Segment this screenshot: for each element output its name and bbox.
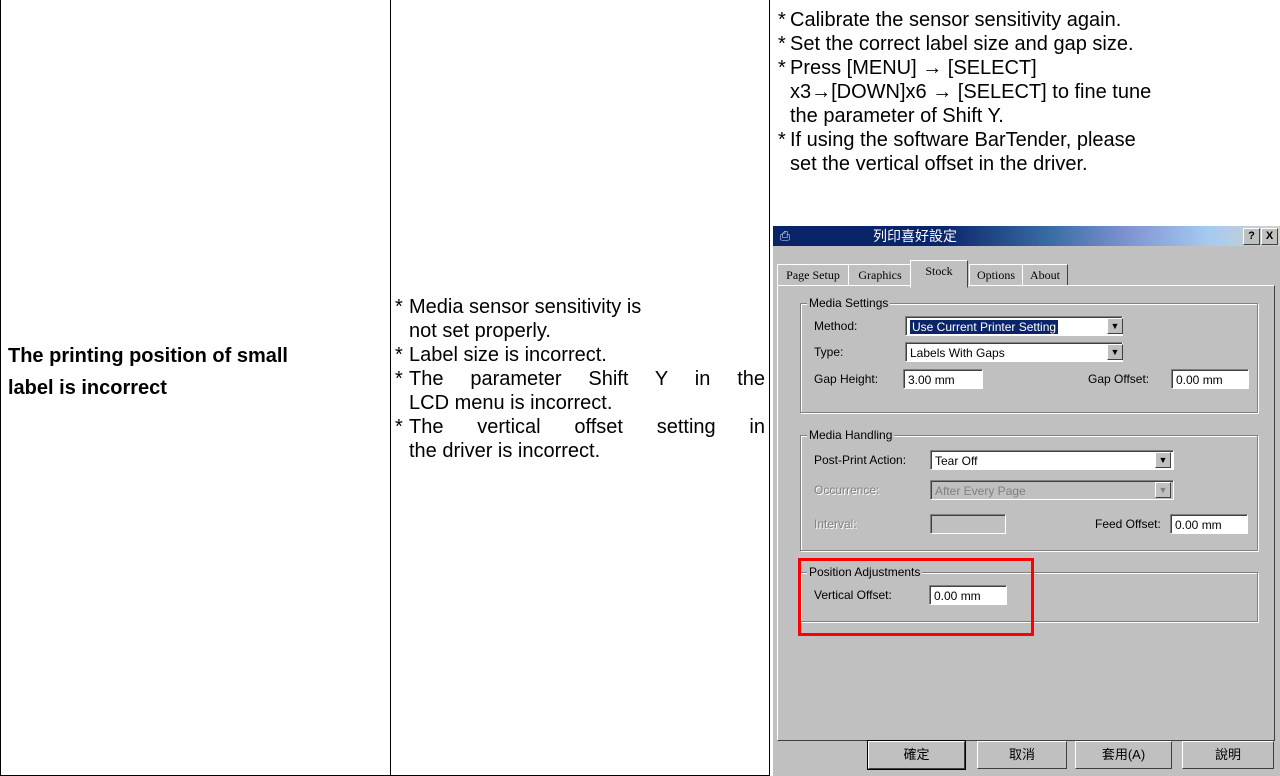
table-border-left [0, 0, 1, 776]
interval-field [930, 514, 1006, 534]
gap-height-value: 3.00 mm [908, 373, 955, 387]
occurrence-label: Occurrence: [814, 483, 880, 497]
dialog-title: 列印喜好設定 [873, 228, 957, 244]
help-icon[interactable]: ? [1243, 228, 1260, 245]
problem-text-line-2: label is incorrect [8, 377, 167, 399]
gap-height-field[interactable]: 3.00 mm [903, 369, 983, 389]
solution-line: Calibrate the sensor sensitivity again. [790, 9, 1122, 31]
feed-offset-label: Feed Offset: [1095, 517, 1161, 531]
reasons-cell: Media sensor sensitivity is not set prop… [395, 295, 765, 463]
post-print-action-value: Tear Off [935, 454, 978, 468]
group-title: Media Handling [807, 427, 895, 443]
cancel-button[interactable]: 取消 [977, 741, 1067, 769]
apply-button[interactable]: 套用(A) [1075, 741, 1172, 769]
chevron-down-icon[interactable]: ▼ [1107, 318, 1123, 334]
chevron-down-icon[interactable]: ▼ [1107, 344, 1123, 360]
reason-item: The parameter Shift Y in the LCD menu is… [395, 367, 765, 415]
gap-height-label: Gap Height: [814, 372, 879, 386]
tab-page-setup[interactable]: Page Setup [777, 264, 849, 286]
solution-line: set the vertical offset in the driver. [790, 153, 1088, 175]
type-select[interactable]: Labels With Gaps [905, 342, 1123, 362]
reason-line: not set properly. [409, 320, 551, 342]
method-select[interactable]: Use Current Printer Setting [905, 316, 1123, 336]
reason-item: The vertical offset setting in the drive… [395, 415, 765, 463]
solution-line: Set the correct label size and gap size. [790, 33, 1134, 55]
printing-preferences-dialog: ⎙ 列印喜好設定 ? X Page Setup Graphics Stock O… [773, 226, 1280, 776]
occurrence-value: After Every Page [935, 484, 1026, 498]
tab-about[interactable]: About [1022, 264, 1068, 286]
chevron-down-icon: ▼ [1155, 482, 1171, 498]
solution-line: the parameter of Shift Y. [790, 105, 1004, 127]
type-label: Type: [814, 345, 844, 359]
chevron-down-icon[interactable]: ▼ [1155, 452, 1171, 468]
help-button[interactable]: 說明 [1182, 741, 1274, 769]
reason-line: The parameter Shift Y in the [409, 368, 765, 390]
gap-offset-field[interactable]: 0.00 mm [1171, 369, 1249, 389]
reason-item: Label size is incorrect. [395, 343, 765, 367]
group-title: Media Settings [807, 295, 891, 311]
solution-line: Press [MENU] → [SELECT] [790, 57, 1037, 79]
close-icon[interactable]: X [1261, 228, 1278, 245]
highlight-box [798, 558, 1034, 636]
solution-item: Set the correct label size and gap size. [778, 32, 1278, 56]
tab-graphics[interactable]: Graphics [848, 264, 912, 286]
solution-cell: Calibrate the sensor sensitivity again. … [778, 8, 1278, 176]
gap-offset-label: Gap Offset: [1088, 372, 1150, 386]
reason-line: Media sensor sensitivity is [409, 296, 642, 318]
reason-line: LCD menu is incorrect. [409, 392, 613, 414]
solution-item: Calibrate the sensor sensitivity again. [778, 8, 1278, 32]
solution-line: x3→[DOWN]x6 → [SELECT] to fine tune [790, 81, 1152, 103]
ok-button[interactable]: 確定 [867, 740, 966, 770]
feed-offset-field[interactable]: 0.00 mm [1170, 514, 1248, 534]
reason-line: Label size is incorrect. [409, 344, 607, 366]
gap-offset-value: 0.00 mm [1176, 373, 1223, 387]
occurrence-select: After Every Page [930, 480, 1174, 500]
column-divider-2 [769, 0, 770, 776]
feed-offset-value: 0.00 mm [1175, 518, 1222, 532]
tab-stock[interactable]: Stock [910, 260, 968, 288]
reason-line: the driver is incorrect. [409, 440, 601, 462]
problem-text-line-1: The printing position of small [8, 345, 288, 367]
post-print-action-label: Post-Print Action: [814, 453, 907, 467]
problem-cell: The printing position of small label is … [8, 340, 386, 404]
printer-icon: ⎙ [779, 228, 791, 243]
method-value: Use Current Printer Setting [910, 320, 1059, 334]
type-value: Labels With Gaps [910, 346, 1005, 360]
method-label: Method: [814, 319, 858, 333]
dialog-titlebar: ⎙ 列印喜好設定 ? X [773, 226, 1280, 246]
reason-item: Media sensor sensitivity is not set prop… [395, 295, 765, 343]
reason-line: The vertical offset setting in [409, 416, 765, 438]
solution-item: If using the software BarTender, please … [778, 128, 1278, 176]
solution-line: If using the software BarTender, please [790, 129, 1136, 151]
solution-item: Press [MENU] → [SELECT] x3→[DOWN]x6 → [S… [778, 56, 1278, 128]
tab-options[interactable]: Options [969, 264, 1023, 286]
post-print-action-select[interactable]: Tear Off [930, 450, 1174, 470]
column-divider-1 [390, 0, 391, 776]
interval-label: Interval: [814, 517, 857, 531]
